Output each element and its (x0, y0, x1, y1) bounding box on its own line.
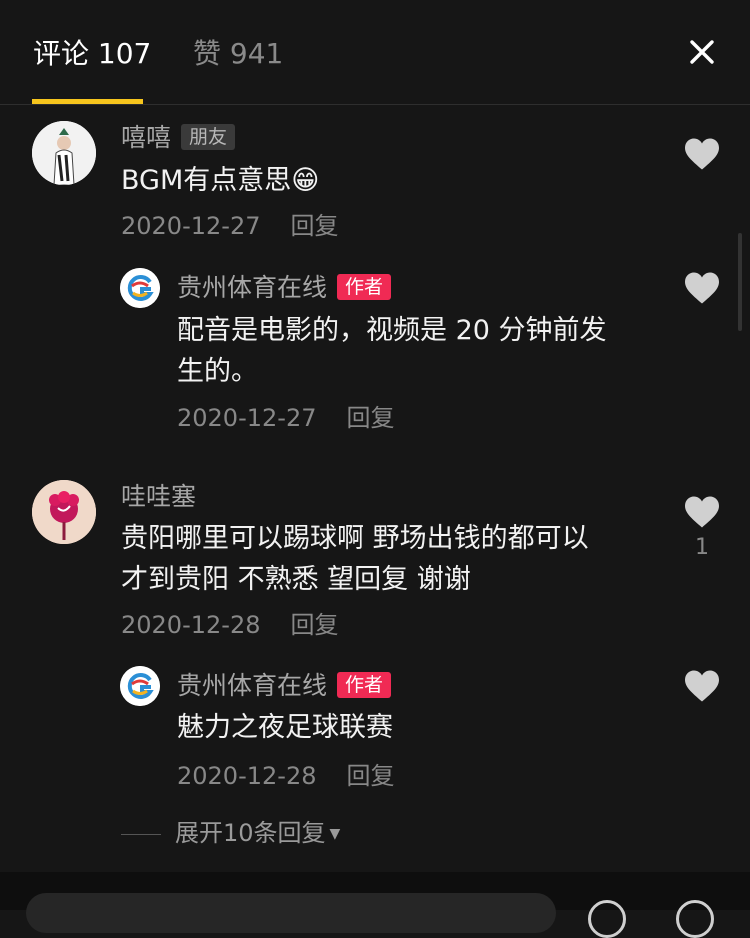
like-heart-icon[interactable] (683, 495, 721, 529)
comment-text-line: 贵阳哪里可以踢球啊 野场出钱的都可以 (121, 523, 589, 554)
comment-date: 2020-12-27 (121, 212, 261, 240)
reply-button[interactable]: 回复 (290, 611, 338, 639)
scrollbar[interactable] (738, 233, 742, 331)
emoji-icon[interactable] (676, 900, 714, 938)
reply-avatar[interactable] (120, 268, 160, 308)
comment-date: 2020-12-28 (121, 611, 261, 639)
friend-badge: 朋友 (181, 124, 236, 150)
replier-name[interactable]: 贵州体育在线 作者 (177, 670, 392, 702)
reply-text-line: 生的。 (177, 356, 258, 387)
expand-divider (121, 833, 161, 835)
caret-down-icon: ▼ (329, 826, 341, 842)
reply-text: 魅力之夜足球联赛 (177, 712, 393, 743)
comment-text: BGM有点意思😁 (121, 165, 320, 196)
tab-comments[interactable]: 评论 107 (33, 36, 151, 72)
reply-meta: 2020-12-28 回复 (177, 760, 394, 792)
replier-name[interactable]: 贵州体育在线 作者 (177, 272, 392, 304)
like-count: 1 (695, 535, 709, 560)
avatar[interactable] (32, 480, 96, 544)
author-badge: 作者 (337, 672, 392, 698)
expand-replies-button[interactable]: 展开10条回复 ▼ (121, 817, 340, 850)
comment-meta: 2020-12-27 回复 (121, 210, 338, 242)
reply-text-line: 配音是电影的，视频是 20 分钟前发 (177, 315, 607, 346)
reply-button[interactable]: 回复 (346, 404, 394, 432)
reply-date: 2020-12-27 (177, 404, 317, 432)
reply-text: 配音是电影的，视频是 20 分钟前发 生的。 (177, 310, 607, 392)
expand-replies-label[interactable]: 展开10条回复 (175, 819, 326, 847)
avatar-image (32, 121, 96, 185)
avatar[interactable] (32, 121, 96, 185)
reply-button[interactable]: 回复 (290, 212, 338, 240)
comment-input[interactable] (26, 893, 556, 933)
commenter-name-text[interactable]: 嘻嘻 (121, 123, 171, 152)
at-mention-icon[interactable] (588, 900, 626, 938)
comment-text-line: 才到贵阳 不熟悉 望回复 谢谢 (121, 564, 471, 595)
replier-name-text[interactable]: 贵州体育在线 (177, 273, 327, 302)
guizhou-sports-logo (120, 268, 160, 308)
reply-date: 2020-12-28 (177, 762, 317, 790)
comment-tabs: 评论 107 赞 941 (0, 0, 750, 105)
comment-text: 贵阳哪里可以踢球啊 野场出钱的都可以 才到贵阳 不熟悉 望回复 谢谢 (121, 518, 589, 600)
reply-button[interactable]: 回复 (346, 762, 394, 790)
reply-avatar[interactable] (120, 666, 160, 706)
close-icon[interactable] (686, 36, 718, 68)
active-tab-indicator (32, 99, 143, 104)
like-heart-icon[interactable] (683, 271, 721, 305)
avatar-image (32, 480, 96, 544)
comment-meta: 2020-12-28 回复 (121, 609, 338, 641)
commenter-name[interactable]: 哇哇塞 (121, 481, 196, 513)
guizhou-sports-logo (120, 666, 160, 706)
reply-meta: 2020-12-27 回复 (177, 402, 394, 434)
author-badge: 作者 (337, 274, 392, 300)
commenter-name[interactable]: 嘻嘻 朋友 (121, 122, 236, 154)
replier-name-text[interactable]: 贵州体育在线 (177, 671, 327, 700)
like-heart-icon[interactable] (683, 669, 721, 703)
like-heart-icon[interactable] (683, 137, 721, 171)
tab-likes[interactable]: 赞 941 (193, 36, 283, 72)
